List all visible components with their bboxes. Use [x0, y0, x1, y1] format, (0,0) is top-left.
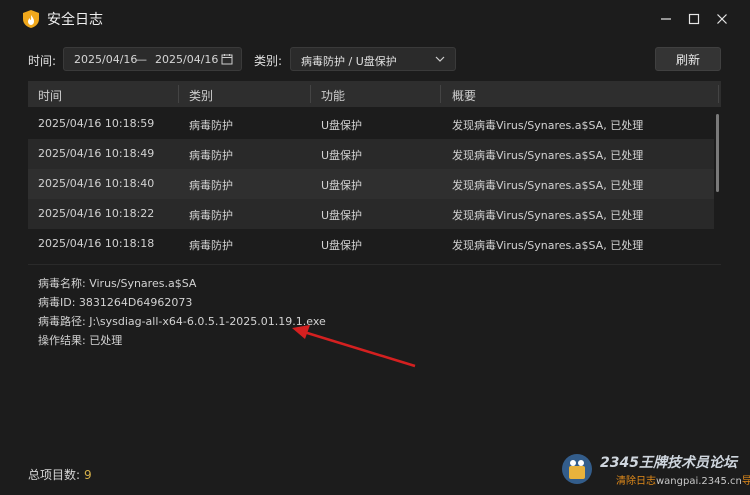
cell-summary: 发现病毒Virus/Synares.a$SA, 已处理 [452, 209, 644, 222]
forum-mascot-icon [562, 454, 592, 484]
column-divider[interactable] [310, 85, 311, 103]
watermark: 2345王牌技术员论坛 清除日志wangpai.2345.cn导出日志 [560, 450, 750, 490]
total-items-label: 总项目数: [28, 468, 81, 482]
date-to: 2025/04/16 [155, 53, 219, 66]
table-row[interactable]: 2025/04/16 10:18:59 病毒防护 U盘保护 发现病毒Virus/… [28, 109, 714, 139]
category-select[interactable]: 病毒防护 / U盘保护 [290, 47, 456, 71]
total-items-count: 9 [84, 468, 92, 482]
watermark-subline: 清除日志wangpai.2345.cn导出日志 [616, 472, 750, 487]
shield-flame-icon [23, 10, 39, 28]
detail-virus-id: 病毒ID: 3831264D64962073 [38, 296, 193, 309]
cell-function: U盘保护 [321, 119, 363, 132]
watermark-title: 2345王牌技术员论坛 [600, 455, 737, 471]
cell-function: U盘保护 [321, 179, 363, 192]
detail-virus-path: 病毒路径: J:\sysdiag-all-x64-6.0.5.1-2025.01… [38, 315, 326, 328]
cell-time: 2025/04/16 10:18:18 [38, 237, 155, 250]
cell-category: 病毒防护 [189, 209, 233, 222]
column-divider[interactable] [178, 85, 179, 103]
category-select-value: 病毒防护 / U盘保护 [301, 55, 397, 68]
table-scrollbar[interactable] [716, 114, 719, 192]
category-filter-label: 类别: [254, 54, 283, 68]
minimize-button[interactable] [655, 8, 677, 30]
section-divider [28, 264, 721, 265]
column-divider[interactable] [718, 85, 719, 103]
column-header-function[interactable]: 功能 [321, 87, 345, 104]
close-icon [717, 14, 727, 24]
cell-summary: 发现病毒Virus/Synares.a$SA, 已处理 [452, 149, 644, 162]
table-row[interactable]: 2025/04/16 10:18:22 病毒防护 U盘保护 发现病毒Virus/… [28, 199, 714, 229]
cell-summary: 发现病毒Virus/Synares.a$SA, 已处理 [452, 119, 644, 132]
cell-time: 2025/04/16 10:18:59 [38, 117, 155, 130]
cell-time: 2025/04/16 10:18:40 [38, 177, 155, 190]
cell-function: U盘保护 [321, 239, 363, 252]
cell-time: 2025/04/16 10:18:49 [38, 147, 155, 160]
table-row[interactable]: 2025/04/16 10:18:49 病毒防护 U盘保护 发现病毒Virus/… [28, 139, 714, 169]
detail-virus-name: 病毒名称: Virus/Synares.a$SA [38, 277, 197, 290]
watermark-url: wangpai.2345.cn [656, 476, 742, 487]
time-filter-label: 时间: [28, 54, 57, 68]
cell-function: U盘保护 [321, 149, 363, 162]
cell-category: 病毒防护 [189, 119, 233, 132]
close-button[interactable] [711, 8, 733, 30]
chevron-down-icon [435, 56, 445, 62]
maximize-icon [688, 13, 700, 25]
clear-log-link[interactable]: 清除日志 [616, 476, 656, 487]
maximize-button[interactable] [683, 8, 705, 30]
title-bar: 安全日志 [0, 0, 750, 38]
column-header-summary[interactable]: 概要 [452, 87, 476, 104]
column-header-time[interactable]: 时间 [38, 87, 62, 104]
refresh-button[interactable]: 刷新 [655, 47, 721, 71]
cell-function: U盘保护 [321, 209, 363, 222]
date-from: 2025/04/16 [74, 53, 138, 66]
cell-summary: 发现病毒Virus/Synares.a$SA, 已处理 [452, 179, 644, 192]
calendar-icon[interactable] [221, 53, 233, 65]
table-header: 时间 类别 功能 概要 [28, 81, 721, 107]
table-row[interactable]: 2025/04/16 10:18:40 病毒防护 U盘保护 发现病毒Virus/… [28, 169, 714, 199]
detail-result: 操作结果: 已处理 [38, 334, 123, 347]
cell-category: 病毒防护 [189, 239, 233, 252]
cell-summary: 发现病毒Virus/Synares.a$SA, 已处理 [452, 239, 644, 252]
total-items: 总项目数: 9 [28, 466, 92, 483]
date-range-picker[interactable]: 2025/04/16 — 2025/04/16 [63, 47, 242, 71]
table-row[interactable]: 2025/04/16 10:18:18 病毒防护 U盘保护 发现病毒Virus/… [28, 229, 714, 259]
log-table: 时间 类别 功能 概要 2025/04/16 10:18:59 病毒防护 U盘保… [28, 81, 721, 264]
column-header-category[interactable]: 类别 [189, 87, 213, 104]
minimize-icon [661, 18, 671, 20]
cell-category: 病毒防护 [189, 179, 233, 192]
window-title: 安全日志 [47, 12, 103, 28]
export-log-link[interactable]: 导出日志 [742, 476, 750, 487]
date-separator: — [136, 53, 147, 66]
column-divider[interactable] [440, 85, 441, 103]
cell-category: 病毒防护 [189, 149, 233, 162]
annotation-arrow-icon [292, 325, 416, 368]
cell-time: 2025/04/16 10:18:22 [38, 207, 155, 220]
